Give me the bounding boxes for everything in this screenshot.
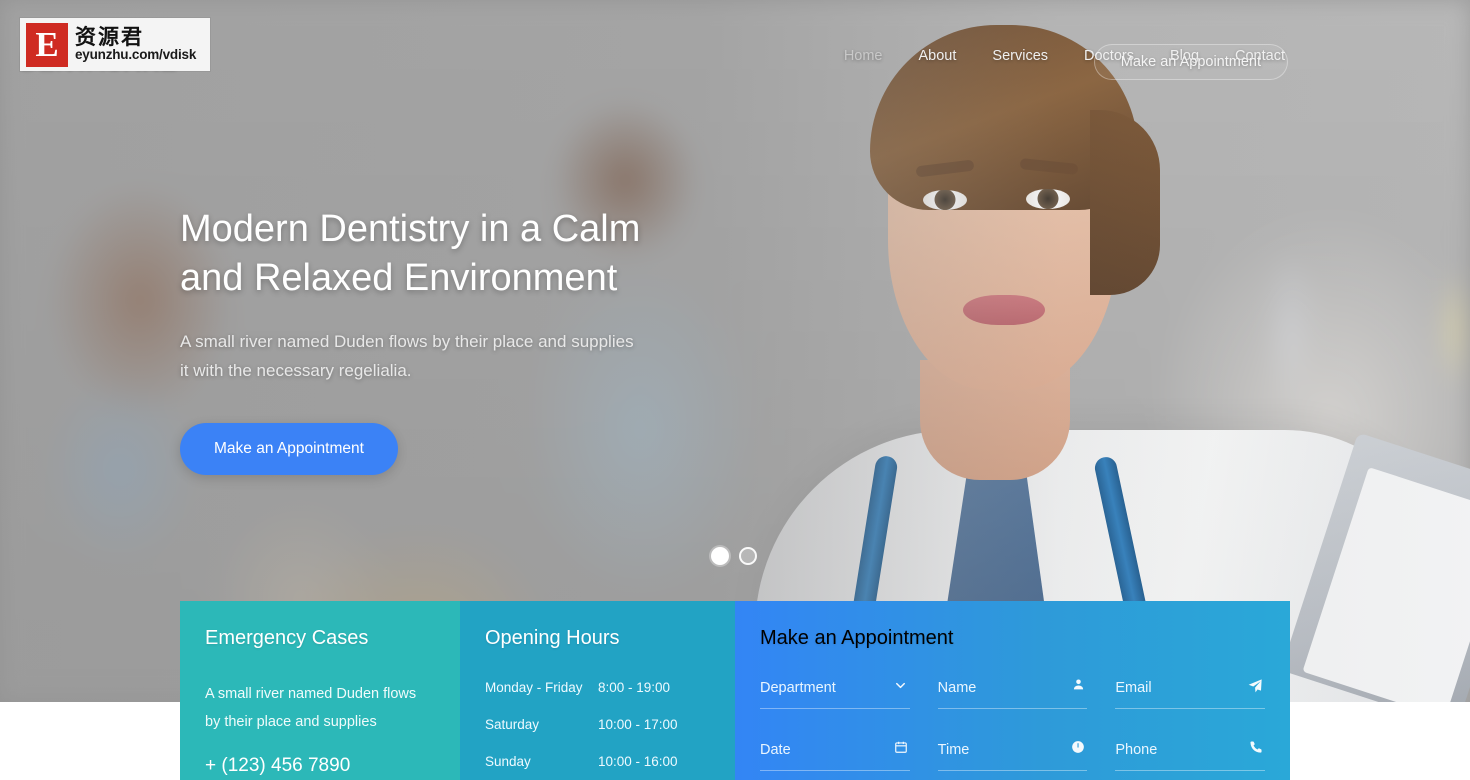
main-navigation: DENTACARE Home About Services Doctors Bl… [0,0,1470,120]
paper-plane-icon [1247,678,1263,694]
emergency-cases-card: Emergency Cases A small river named Dude… [180,601,460,780]
name-label: Name [937,680,977,696]
hours-day: Saturday [485,717,540,732]
hero-subtitle-line-1: A small river named Duden flows by their… [180,332,634,352]
time-label: Time [937,742,970,758]
opening-hours-card: Opening Hours Monday - Friday 8:00 - 19:… [460,601,735,780]
phone-input[interactable]: Phone [1115,740,1266,771]
nav-item-services[interactable]: Services [992,48,1048,64]
nav-make-appointment-button[interactable]: Make an Appointment [1093,44,1288,80]
appointment-form-card: Make an Appointment Department Name Emai… [735,601,1290,780]
hours-row: Sunday 10:00 - 16:00 [485,754,710,769]
emergency-text-line-2: by their place and supplies [205,714,377,731]
hero-make-appointment-button[interactable]: Make an Appointment [180,423,398,476]
hero-subtitle-line-2: it with the necessary regelialia. [180,360,412,380]
department-label: Department [760,680,836,696]
time-input[interactable]: Time [937,740,1088,771]
watermark-url: eyunzhu.com/vdisk [75,47,197,63]
calendar-icon [894,740,908,754]
email-input[interactable]: Email [1115,678,1266,709]
appointment-form-row-1: Department Name Email [760,678,1266,709]
email-label: Email [1115,680,1152,696]
nav-item-home[interactable]: Home [844,48,883,64]
hero-content: Modern Dentistry in a Calm and Relaxed E… [180,205,800,476]
info-cards-row: Emergency Cases A small river named Dude… [180,601,1290,780]
name-input[interactable]: Name [937,678,1088,709]
user-icon [1072,678,1085,691]
hero-slider-dots [711,547,757,565]
slider-dot-2[interactable] [739,547,757,565]
emergency-cases-title: Emergency Cases [205,627,369,649]
hero-title-line-2: and Relaxed Environment [180,256,618,299]
appointment-form-title: Make an Appointment [760,627,954,649]
date-input[interactable]: Date [760,740,910,771]
appointment-form-row-2: Date Time Phone [760,740,1266,771]
clock-icon [1071,740,1085,754]
watermark-logo-icon: E [26,22,68,67]
watermark-chinese-text: 资源君 [75,25,144,50]
phone-label: Phone [1115,742,1158,758]
hours-day: Sunday [485,754,531,769]
hero-subtitle: A small river named Duden flows by their… [180,328,800,385]
phone-icon [1249,740,1263,754]
date-label: Date [760,742,791,758]
hours-day: Monday - Friday [485,680,583,695]
hours-row: Saturday 10:00 - 17:00 [485,717,710,732]
chevron-down-icon [893,678,908,693]
hours-time: 10:00 - 16:00 [598,754,678,769]
watermark-badge: E 资源君 eyunzhu.com/vdisk [20,18,210,71]
emergency-phone-number[interactable]: + (123) 456 7890 [205,755,435,777]
hours-time: 8:00 - 19:00 [598,680,671,695]
nav-item-about[interactable]: About [919,48,957,64]
department-select[interactable]: Department [760,680,910,709]
hours-time: 10:00 - 17:00 [598,717,678,732]
hero-title-line-1: Modern Dentistry in a Calm [180,208,641,250]
opening-hours-title: Opening Hours [485,627,620,649]
emergency-text-line-1: A small river named Duden flows [205,686,417,702]
hours-row: Monday - Friday 8:00 - 19:00 [485,680,710,695]
hero-title: Modern Dentistry in a Calm and Relaxed E… [180,205,800,302]
slider-dot-1[interactable] [711,547,729,565]
